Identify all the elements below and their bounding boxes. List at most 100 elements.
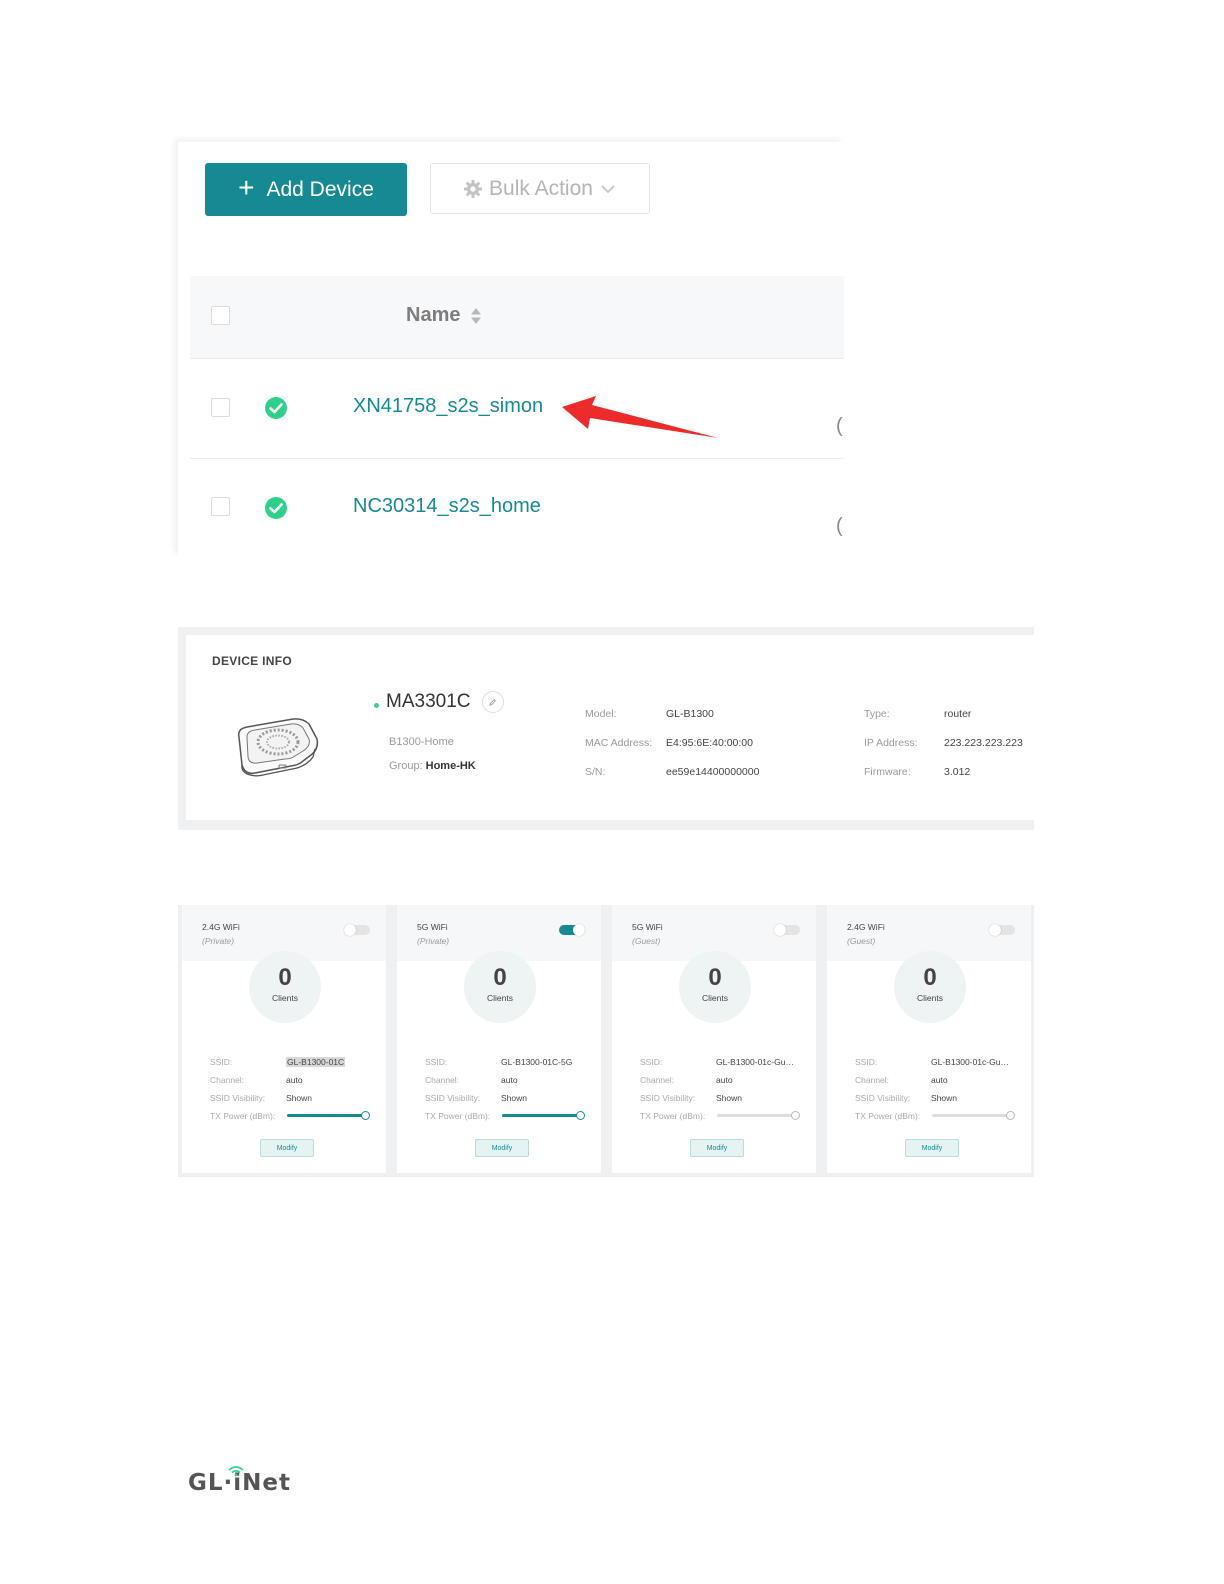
add-device-button[interactable]: + Add Device [205,163,407,216]
row-checkbox[interactable] [211,497,230,516]
modify-button[interactable]: Modify [905,1139,959,1157]
channel-label: Channel: [855,1075,890,1085]
visibility-value: Shown [286,1093,312,1103]
wifi-toggle[interactable] [774,924,800,936]
channel-label: Channel: [640,1075,675,1085]
txpower-slider[interactable] [932,1111,1015,1120]
online-check-icon [265,497,287,519]
firmware-value: 3.012 [944,766,971,778]
clients-counter: 0 Clients [894,951,966,1023]
section-title: DEVICE INFO [212,654,292,668]
modify-button[interactable]: Modify [260,1139,314,1157]
modify-button[interactable]: Modify [690,1139,744,1157]
clients-count: 0 [493,964,507,991]
group-value: Home-HK [425,760,476,772]
clients-counter: 0 Clients [464,951,536,1023]
slider-thumb[interactable] [576,1111,585,1120]
slider-thumb[interactable] [1006,1111,1015,1120]
visibility-label: SSID Visibility: [425,1093,481,1103]
pencil-icon [489,698,496,706]
wifi-subtitle: (Private) [202,936,235,946]
txpower-label: TX Power (dBm): [210,1111,276,1121]
txpower-label: TX Power (dBm): [640,1111,706,1121]
sn-value: ee59e14400000000 [666,766,760,778]
clients-counter: 0 Clients [249,951,321,1023]
sort-icon [471,307,482,324]
table-row[interactable]: NC30314_s2s_home ( [190,459,844,556]
clients-counter: 0 Clients [679,951,751,1023]
truncated-column-glyph: ( [836,515,843,537]
truncated-column-glyph: ( [836,415,843,437]
bulk-action-label: Bulk Action [489,176,593,200]
wifi-signal-icon [228,1466,244,1477]
wifi-card-5g-private: 5G WiFi (Private) 0 Clients SSID: GL-B13… [397,905,601,1173]
name-column-header[interactable]: Name [406,304,482,327]
model-label: Model: [585,708,617,720]
device-info-card: DEVICE INFO MA3301C B1300-Home Group: Hom… [186,635,1034,820]
clients-label: Clients [487,993,513,1003]
wifi-toggle[interactable] [559,924,585,936]
ssid-label: SSID: [640,1057,663,1067]
txpower-label: TX Power (dBm): [425,1111,491,1121]
wifi-subtitle: (Guest) [632,936,661,946]
clients-count: 0 [278,964,292,991]
name-column-label: Name [406,304,461,326]
ssid-value: GL-B1300-01c-Guest [931,1057,1011,1067]
slider-thumb[interactable] [791,1111,800,1120]
chevron-down-icon [601,184,615,193]
modify-button[interactable]: Modify [475,1139,529,1157]
wifi-card-24g-guest: 2.4G WiFi (Guest) 0 Clients SSID: GL-B13… [827,905,1031,1173]
txpower-slider[interactable] [717,1111,800,1120]
visibility-value: Shown [501,1093,527,1103]
wifi-toggle[interactable] [344,924,370,936]
wifi-card-24g-private: 2.4G WiFi (Private) 0 Clients SSID: GL-B… [182,905,386,1173]
device-name-link[interactable]: NC30314_s2s_home [353,495,541,518]
ssid-label: SSID: [425,1057,448,1067]
channel-value: auto [286,1075,303,1085]
edit-name-button[interactable] [481,691,504,713]
device-list-content: + Add Device Bulk Action Name XN41758_s2… [190,148,844,556]
clients-label: Clients [917,993,943,1003]
ip-value: 223.223.223.223 [944,737,1023,749]
table-header: Name [190,276,844,359]
txpower-label: TX Power (dBm): [855,1111,921,1121]
select-all-checkbox[interactable] [211,306,230,325]
wifi-toggle[interactable] [989,924,1015,936]
visibility-label: SSID Visibility: [855,1093,911,1103]
toggle-knob [989,924,1001,936]
wifi-title: 2.4G WiFi [202,922,240,932]
device-name-row: MA3301C [374,691,504,713]
visibility-label: SSID Visibility: [210,1093,266,1103]
wifi-subtitle: (Private) [417,936,450,946]
wifi-title: 5G WiFi [632,922,663,932]
ssid-label: SSID: [210,1057,233,1067]
slider-fill [502,1114,580,1117]
visibility-value: Shown [931,1093,957,1103]
plus-icon: + [238,172,255,203]
type-value: router [944,708,972,720]
txpower-slider[interactable] [502,1111,585,1120]
sn-label: S/N: [585,766,606,778]
table-row[interactable]: XN41758_s2s_simon ( [190,359,844,459]
row-checkbox[interactable] [211,398,230,417]
red-arrow-annotation [562,396,718,438]
device-description: B1300-Home [389,736,454,748]
toggle-knob [573,924,585,936]
mac-value: E4:95:6E:40:00:00 [666,737,753,749]
brand-logo: GL·iNet [188,1465,291,1496]
bulk-action-button[interactable]: Bulk Action [430,163,650,214]
txpower-slider[interactable] [287,1111,370,1120]
device-list-panel: + Add Device Bulk Action Name XN41758_s2… [178,142,844,556]
device-group: Group: Home-HK [389,760,476,772]
device-name-link[interactable]: XN41758_s2s_simon [353,395,543,418]
wifi-panel: 2.4G WiFi (Private) 0 Clients SSID: GL-B… [178,905,1034,1177]
clients-label: Clients [272,993,298,1003]
ssid-value: GL-B1300-01C [286,1057,346,1067]
gear-icon [464,179,483,198]
online-status-dot [374,702,379,708]
type-label: Type: [864,708,890,720]
clients-count: 0 [923,964,937,991]
channel-value: auto [501,1075,518,1085]
firmware-label: Firmware: [864,766,911,778]
slider-thumb[interactable] [361,1111,370,1120]
